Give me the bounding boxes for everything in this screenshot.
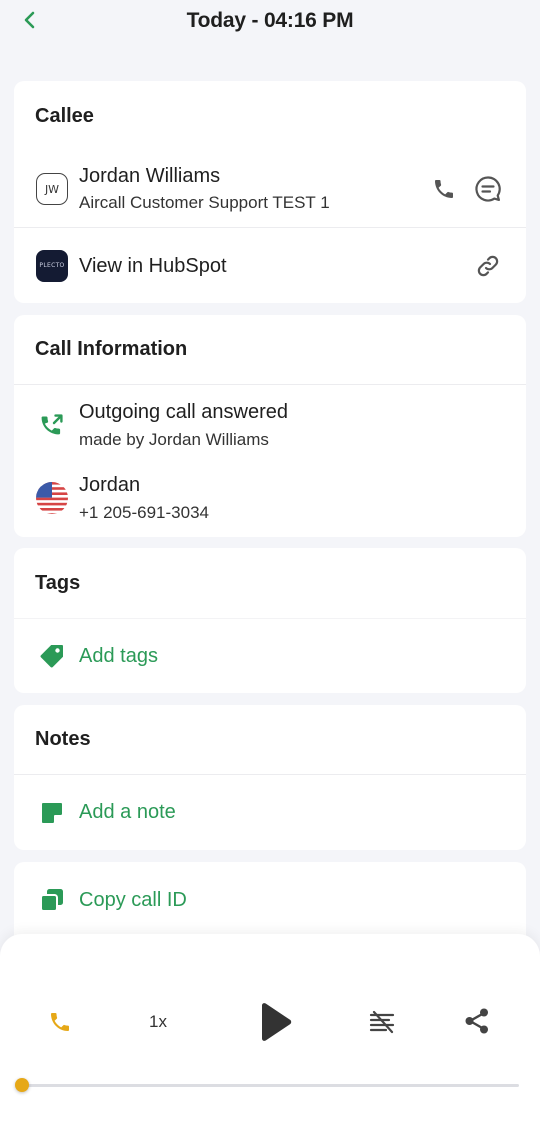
- us-flag-icon: [36, 482, 68, 514]
- note-icon: [42, 802, 63, 824]
- call-information-section-title: Call Information: [35, 338, 188, 360]
- chat-bubble-icon: [475, 176, 501, 202]
- tags-card: Tags Add tags: [14, 548, 526, 693]
- call-button[interactable]: [428, 173, 460, 205]
- add-note-label: Add a note: [79, 801, 176, 823]
- notes-section-title: Notes: [35, 728, 91, 750]
- playback-scrubber-handle[interactable]: [15, 1078, 29, 1092]
- avatar: JW: [36, 173, 68, 205]
- tag-icon: [40, 645, 63, 668]
- header-bar: Today - 04:16 PM: [0, 0, 540, 44]
- phone-icon: [51, 1013, 69, 1031]
- back-button[interactable]: [18, 8, 42, 32]
- copy-icon: [40, 889, 63, 912]
- copy-call-id-button[interactable]: Copy call ID: [14, 862, 526, 938]
- view-in-hubspot-label: View in HubSpot: [79, 254, 227, 277]
- contact-phone-number: +1 205-691-3034: [79, 502, 209, 522]
- link-icon: [477, 255, 499, 276]
- add-tags-button[interactable]: Add tags: [14, 619, 526, 693]
- transcript-button[interactable]: [362, 1004, 402, 1040]
- copy-call-id-label: Copy call ID: [79, 888, 187, 911]
- audio-player: 1x: [0, 934, 540, 1138]
- contact-number-row: Jordan +1 205-691-3034: [14, 463, 526, 533]
- notes-card: Notes Add a note: [14, 705, 526, 850]
- add-note-button[interactable]: Add a note: [14, 775, 526, 850]
- call-direction-row: Outgoing call answered made by Jordan Wi…: [14, 385, 526, 463]
- tags-section-title: Tags: [35, 571, 81, 594]
- call-information-card: Call Information Outgoing call answered …: [14, 315, 526, 537]
- play-button[interactable]: [250, 998, 298, 1046]
- phone-icon: [435, 180, 453, 198]
- playback-progress-track[interactable]: [15, 1078, 519, 1092]
- outgoing-call-icon: [41, 414, 63, 435]
- external-link-button[interactable]: [472, 250, 504, 282]
- message-button[interactable]: [472, 173, 504, 205]
- playback-speed-button[interactable]: 1x: [138, 1004, 178, 1040]
- callee-section-title: Callee: [35, 104, 94, 127]
- call-made-by: made by Jordan Williams: [79, 429, 269, 449]
- add-tags-label: Add tags: [79, 644, 158, 667]
- hubspot-logo: PLECTO: [36, 249, 68, 282]
- chevron-left-icon: [24, 11, 35, 29]
- page-title: Today - 04:16 PM: [186, 9, 354, 32]
- callee-contact-row[interactable]: JW Jordan Williams Aircall Customer Supp…: [14, 151, 526, 227]
- share-icon: [465, 1008, 488, 1034]
- transcript-off-icon: [369, 1010, 395, 1034]
- share-button[interactable]: [457, 1002, 497, 1040]
- callee-subtitle: Aircall Customer Support TEST 1: [79, 193, 330, 212]
- call-direction: Outgoing call answered: [79, 400, 289, 423]
- play-icon: [262, 1003, 292, 1041]
- callee-card: Callee JW Jordan Williams Aircall Custom…: [14, 81, 526, 303]
- callee-name: Jordan Williams: [79, 165, 221, 187]
- contact-name: Jordan: [79, 473, 141, 496]
- playback-call-button[interactable]: [40, 1004, 80, 1040]
- view-in-hubspot-row[interactable]: PLECTO View in HubSpot: [14, 228, 526, 303]
